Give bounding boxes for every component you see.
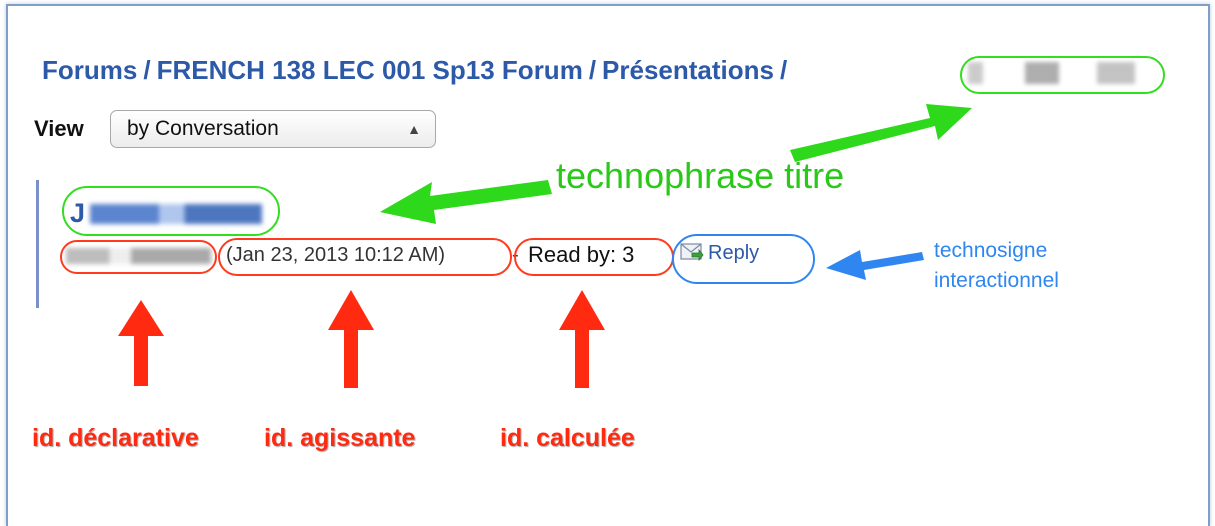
- blue-arrow-reply: [826, 250, 924, 280]
- green-arrow-breadcrumb: [790, 104, 972, 162]
- annotation-id-declarative: id. déclarative: [32, 424, 199, 452]
- annotation-technophrase: technophrase titre: [556, 155, 845, 196]
- red-arrow-agissante: [328, 290, 374, 388]
- annotation-technosigne-line1: technosigne: [934, 239, 1048, 262]
- annotation-id-calculee: id. calculée: [500, 424, 635, 452]
- red-arrow-declarative: [118, 300, 164, 386]
- green-arrow-title: [380, 180, 552, 224]
- red-arrow-calculee: [559, 290, 605, 388]
- annotation-technosigne-line2: interactionnel: [934, 269, 1059, 292]
- annotation-technosigne: technosigne interactionnel: [934, 236, 1059, 296]
- annotation-id-agissante: id. agissante: [264, 424, 416, 452]
